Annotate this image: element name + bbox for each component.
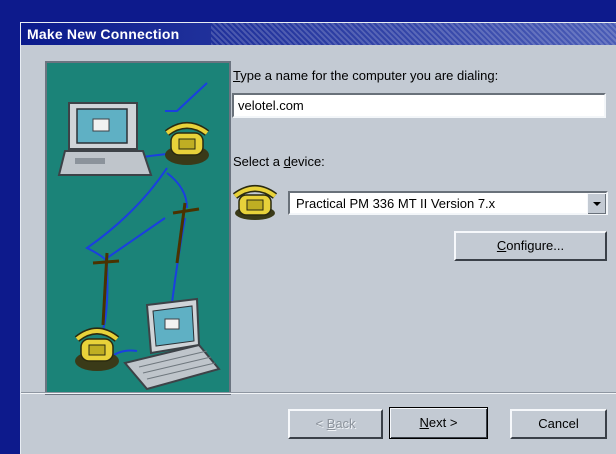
window-title: Make New Connection bbox=[27, 26, 180, 42]
telephone-icon bbox=[232, 185, 278, 220]
next-button[interactable]: Next > bbox=[389, 407, 488, 439]
configure-button-label: onfigure... bbox=[506, 238, 565, 253]
title-bar[interactable]: Make New Connection bbox=[21, 23, 616, 45]
select-device-label-text: evice: bbox=[290, 154, 325, 169]
cancel-button[interactable]: Cancel bbox=[510, 409, 607, 439]
back-button-label: ack bbox=[335, 416, 356, 431]
back-button[interactable]: < Back bbox=[288, 409, 383, 439]
computer-name-label-text: ype a name for the computer you are dial… bbox=[240, 68, 499, 83]
configure-button-accesskey: C bbox=[496, 238, 507, 253]
next-button-label: ext > bbox=[428, 415, 458, 430]
select-device-label-accesskey: d bbox=[283, 154, 291, 169]
chevron-down-icon[interactable] bbox=[587, 193, 606, 214]
device-select[interactable]: Practical PM 336 MT II Version 7.x bbox=[288, 191, 608, 215]
telephone-icon bbox=[164, 122, 210, 165]
make-new-connection-window: Make New Connection Type a name for the … bbox=[20, 22, 616, 454]
back-button-arrow: < bbox=[315, 416, 327, 431]
telephone-icon bbox=[74, 327, 120, 371]
device-select-value: Practical PM 336 MT II Version 7.x bbox=[296, 196, 496, 211]
computer-name-input[interactable] bbox=[232, 93, 606, 118]
separator bbox=[21, 392, 616, 394]
computer-name-label: Type a name for the computer you are dia… bbox=[233, 68, 498, 83]
configure-button[interactable]: Configure... bbox=[454, 231, 607, 261]
next-button-accesskey: N bbox=[419, 415, 429, 430]
desktop-computer-icon bbox=[57, 102, 153, 176]
computer-phone-network-illustration bbox=[45, 61, 231, 395]
select-device-label-prefix: Select a bbox=[233, 154, 284, 169]
select-device-label: Select a device: bbox=[233, 154, 325, 169]
laptop-computer-icon bbox=[123, 297, 221, 391]
cancel-button-label: Cancel bbox=[538, 416, 579, 431]
